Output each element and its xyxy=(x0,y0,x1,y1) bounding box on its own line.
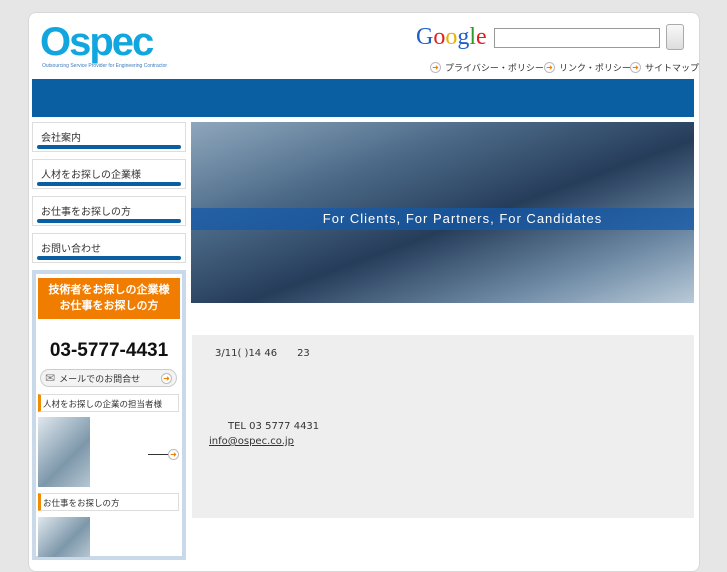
arrow-icon: ➜ xyxy=(430,62,441,73)
link-policy-link[interactable]: ➜ リンク・ポリシー xyxy=(544,61,631,74)
phone-number: 03-5777-4431 xyxy=(49,340,169,361)
arrow-icon: ➜ xyxy=(630,62,641,73)
ospec-logo[interactable]: Ospec xyxy=(40,20,154,65)
client-heading: 人材をお探しの企業の担当者様 xyxy=(38,394,179,412)
candidate-heading: お仕事をお探しの方 xyxy=(38,493,179,511)
global-nav-bar xyxy=(32,79,694,117)
sitemap-link[interactable]: ➜ サイトマップ xyxy=(630,61,699,74)
arrow-icon: ➜ xyxy=(168,449,179,460)
envelope-icon: ✉ xyxy=(45,371,56,385)
logo-tagline: Outsourcing Service Provider for Enginee… xyxy=(42,63,168,69)
sidebar-banner: 技術者をお探しの企業様 お仕事をお探しの方 xyxy=(38,278,180,319)
hero-tagline: For Clients, For Partners, For Candidate… xyxy=(191,208,694,230)
banner-line: 技術者をお探しの企業様 xyxy=(48,283,170,296)
email-link[interactable]: info@ospec.co.jp xyxy=(209,436,294,447)
link-label: プライバシー・ポリシー xyxy=(445,64,544,74)
search-input[interactable] xyxy=(494,28,660,48)
banner-line: お仕事をお探しの方 xyxy=(59,299,159,312)
search-button[interactable] xyxy=(666,24,684,50)
notice-box: 3/11( )14 46 23 TEL 03 5777 4431 info@os… xyxy=(192,335,694,518)
link-label: サイトマップ xyxy=(645,64,700,74)
hand-photo xyxy=(38,517,90,557)
mail-label: メールでのお問合せ xyxy=(59,374,141,385)
nav-company[interactable]: 会社案内 xyxy=(32,122,186,152)
hero-image: For Clients, For Partners, For Candidate… xyxy=(191,122,694,303)
notice-tel: TEL 03 5777 4431 xyxy=(228,421,320,432)
link-label: リンク・ポリシー xyxy=(559,64,631,74)
mail-contact-button[interactable]: ✉ メールでのお問合せ ➜ xyxy=(40,369,177,387)
privacy-policy-link[interactable]: ➜ プライバシー・ポリシー xyxy=(430,61,544,74)
nav-for-candidates[interactable]: お仕事をお探しの方 xyxy=(32,196,186,226)
client-more-link[interactable]: ➜ xyxy=(148,449,179,460)
nav-contact[interactable]: お問い合わせ xyxy=(32,233,186,263)
nav-for-clients[interactable]: 人材をお探しの企業様 xyxy=(32,159,186,189)
google-logo: Google xyxy=(416,24,487,50)
line xyxy=(148,454,168,455)
arrow-icon: ➜ xyxy=(161,372,172,384)
woman-photo xyxy=(38,417,90,487)
arrow-icon: ➜ xyxy=(544,62,555,73)
notice-text: 3/11( )14 46 23 xyxy=(215,348,310,359)
